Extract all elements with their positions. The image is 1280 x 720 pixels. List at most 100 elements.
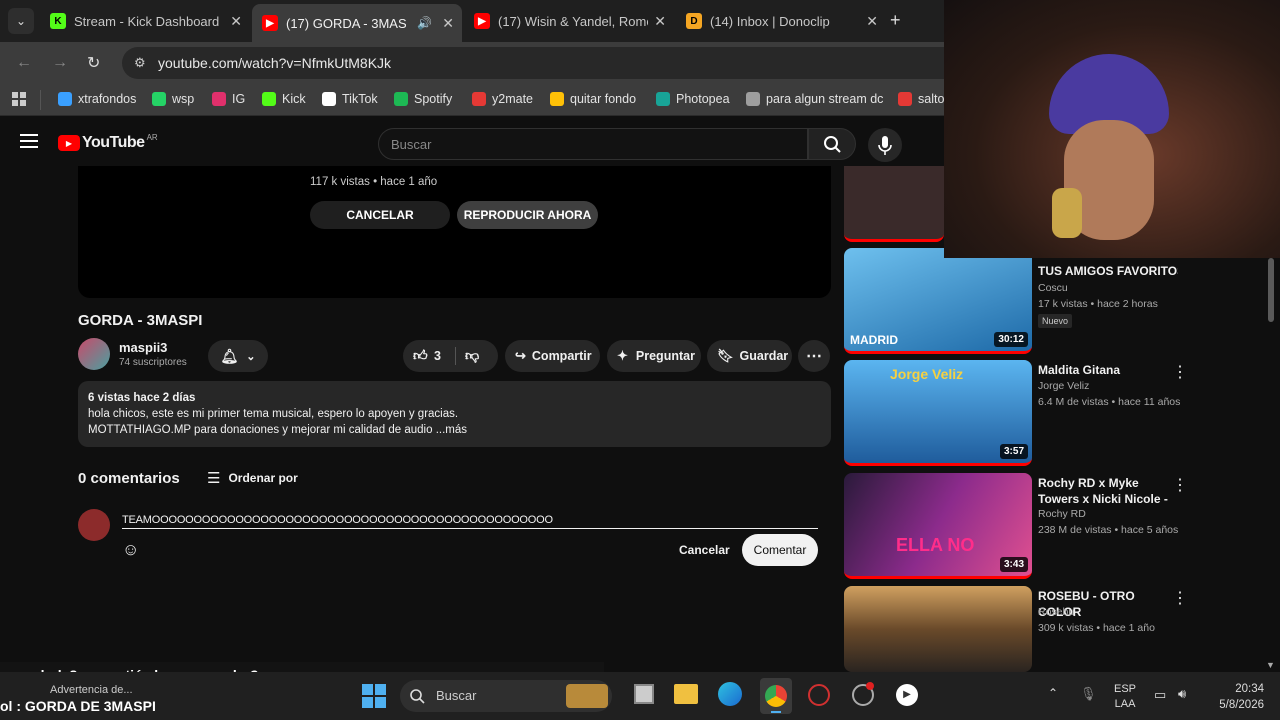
language-indicator[interactable]: ESP LAA	[1114, 682, 1136, 712]
video-thumbnail[interactable]: MADRID 30:12	[844, 248, 1032, 354]
recommendation-title[interactable]: Rochy RD x Myke Towers x Nicki Nicole - …	[1038, 475, 1176, 507]
recommendation-channel[interactable]: Coscu	[1038, 282, 1068, 294]
save-button[interactable]: 🔖︎ Guardar	[707, 340, 792, 372]
youtube-logo[interactable]: ▶ YouTube AR	[58, 133, 158, 152]
app-red-icon[interactable]	[808, 684, 830, 706]
clock-date: 5/8/2026	[1219, 699, 1264, 711]
emoji-icon[interactable]: ☺	[122, 540, 139, 560]
voice-search-button[interactable]	[868, 128, 902, 162]
sort-icon: ☰	[207, 470, 221, 487]
microphone-icon[interactable]: 🎙︎	[1080, 686, 1097, 702]
close-icon[interactable]: ✕	[230, 13, 242, 30]
url-text[interactable]: youtube.com/watch?v=NfmkUtM8KJk	[158, 55, 391, 71]
dislike-icon[interactable]: 👎︎	[465, 347, 479, 364]
description-box[interactable]: 6 vistas hace 2 días hola chicos, este e…	[78, 381, 831, 447]
reload-icon[interactable]: ↻	[87, 53, 100, 73]
sort-button[interactable]: ☰ Ordenar por	[207, 469, 298, 487]
ask-button[interactable]: ✦ Preguntar	[607, 340, 701, 372]
menu-icon[interactable]	[20, 134, 38, 148]
edge-icon[interactable]	[718, 682, 742, 706]
windows-start-icon[interactable]	[362, 684, 386, 708]
recommendation-channel[interactable]: Jorge Veliz	[1038, 380, 1089, 392]
comment-draft-text[interactable]: TEAMOOOOOOOOOOOOOOOOOOOOOOOOOOOOOOOOOOOO…	[122, 514, 553, 526]
recommendation-channel[interactable]: Rosebu	[1038, 606, 1074, 618]
kick-icon: K	[50, 13, 66, 29]
apps-grid-icon[interactable]	[12, 92, 26, 106]
scroll-down-icon[interactable]: ▼	[1266, 660, 1275, 670]
like-dislike-group: 👍︎ 3 👎︎	[403, 340, 498, 372]
recommendation-meta: 6.4 M de vistas • hace 11 años	[1038, 396, 1181, 408]
tab-donoclip-inbox[interactable]: D (14) Inbox | Donoclip ✕	[676, 6, 886, 36]
video-thumbnail[interactable]: ELLA NO 3:43	[844, 473, 1032, 579]
bookmark-item[interactable]: TikTok	[322, 92, 378, 106]
windows-taskbar: Advertencia de... ol : GORDA DE 3MASPI B…	[0, 672, 1280, 720]
close-icon[interactable]: ✕	[654, 13, 666, 30]
recommendation-channel[interactable]: Rochy RD	[1038, 508, 1086, 520]
share-label: Compartir	[531, 349, 592, 363]
autoplay-play-now-button[interactable]: REPRODUCIR AHORA	[457, 201, 598, 229]
more-vert-icon[interactable]: ⋮	[1172, 588, 1188, 608]
bookmark-item[interactable]: IG	[212, 92, 245, 106]
chevron-up-icon[interactable]: ⌃	[1048, 686, 1058, 700]
bookmark-item[interactable]: Photopea	[656, 92, 730, 106]
site-settings-icon[interactable]: ⚙	[134, 55, 146, 71]
search-placeholder: Buscar	[391, 137, 432, 152]
forward-icon[interactable]: →	[52, 54, 68, 72]
tab-wisin-yandel[interactable]: ▶ (17) Wisin & Yandel, Rome ✕	[464, 6, 674, 36]
bookmark-item[interactable]: Spotify	[394, 92, 452, 106]
task-view-icon[interactable]	[634, 684, 654, 704]
comment-submit-button[interactable]: Comentar	[742, 534, 818, 566]
more-vert-icon[interactable]: ⋮	[1172, 475, 1188, 495]
video-thumbnail[interactable]	[844, 586, 1032, 672]
media-player-icon[interactable]: ▶	[896, 684, 918, 706]
more-vert-icon[interactable]: ⋮	[1172, 362, 1188, 382]
bookmark-item[interactable]: salto	[898, 92, 944, 106]
channel-avatar[interactable]	[78, 338, 110, 370]
bookmark-item[interactable]: para algun stream dc	[746, 92, 883, 106]
tab-list-chevron-icon[interactable]: ⌄	[8, 8, 34, 34]
bookmark-item[interactable]: Kick	[262, 92, 306, 106]
video-thumbnail[interactable]: Jorge Veliz 3:57	[844, 360, 1032, 466]
recommendation-title[interactable]: Maldita Gitana	[1038, 362, 1178, 378]
back-icon[interactable]: ←	[16, 54, 32, 72]
taskbar-search[interactable]: Buscar	[400, 680, 612, 712]
like-icon[interactable]: 👍︎	[413, 347, 428, 364]
new-tab-button[interactable]: +	[890, 10, 901, 31]
network-icon[interactable]: ▭	[1154, 687, 1166, 703]
bookmark-icon	[550, 92, 564, 106]
clock[interactable]: 20:34 5/8/2026	[1206, 681, 1264, 713]
bookmark-item[interactable]: quitar fondo	[550, 92, 636, 106]
warning-text: Advertencia de...	[50, 684, 133, 696]
bell-icon: 🔔︎	[220, 347, 239, 364]
channel-name[interactable]: maspii3	[119, 340, 167, 355]
autoplay-cancel-button[interactable]: CANCELAR	[310, 201, 450, 229]
chrome-taskbar-button[interactable]	[760, 678, 792, 714]
speaker-icon[interactable]: 🔊	[417, 16, 432, 30]
notification-dot	[866, 682, 874, 690]
clock-time: 20:34	[1235, 683, 1264, 695]
close-icon[interactable]: ✕	[866, 13, 878, 30]
close-icon[interactable]: ✕	[442, 15, 454, 32]
more-actions-button[interactable]: ⋯	[798, 340, 830, 372]
comment-cancel-button[interactable]: Cancelar	[679, 543, 730, 557]
bookmark-icon	[656, 92, 670, 106]
notifications-subscribe-button[interactable]: 🔔︎ ⌄	[208, 340, 268, 372]
recommendation-thumbnail-partial[interactable]	[844, 166, 944, 242]
scrollbar-thumb[interactable]	[1268, 258, 1274, 322]
bookmark-item[interactable]: wsp	[152, 92, 194, 106]
bookmark-label: IG	[232, 92, 246, 106]
search-input[interactable]: Buscar	[378, 128, 808, 160]
share-button[interactable]: ↪ Compartir	[505, 340, 600, 372]
like-count[interactable]: 3	[434, 349, 441, 363]
volume-icon[interactable]: 🔊︎	[1178, 686, 1186, 702]
bookmark-item[interactable]: xtrafondos	[58, 92, 136, 106]
comment-input[interactable]: TEAMOOOOOOOOOOOOOOOOOOOOOOOOOOOOOOOOOOOO…	[122, 510, 818, 529]
recommendation-title[interactable]: TUS AMIGOS FAVORITOS en MADRID ...	[1038, 263, 1178, 279]
tab-kick-dashboard[interactable]: K Stream - Kick Dashboard ✕	[40, 6, 250, 36]
file-explorer-icon[interactable]	[674, 684, 698, 704]
tab-gorda-3maspi[interactable]: ▶ (17) GORDA - 3MASPI 🔊 ✕	[252, 4, 462, 42]
search-button[interactable]	[808, 128, 856, 160]
bookmark-item[interactable]: y2mate	[472, 92, 533, 106]
search-highlight-image	[566, 684, 608, 708]
video-player[interactable]: 117 k vistas • hace 1 año CANCELAR REPRO…	[78, 166, 831, 298]
